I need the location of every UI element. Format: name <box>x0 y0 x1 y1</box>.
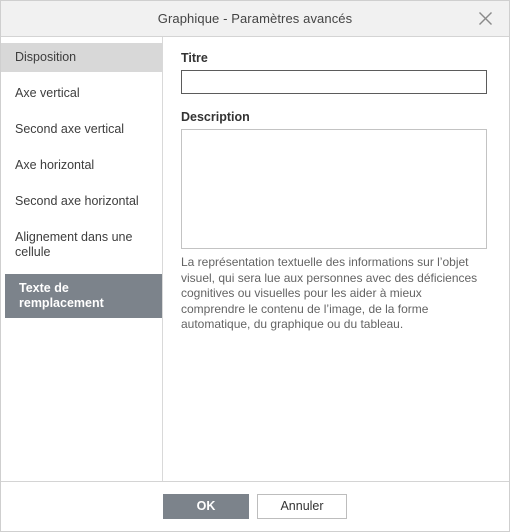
sidebar-item-label: Axe vertical <box>15 86 80 100</box>
cancel-button[interactable]: Annuler <box>257 494 347 519</box>
sidebar-item-axe-vertical[interactable]: Axe vertical <box>1 79 162 108</box>
description-textarea[interactable] <box>181 129 487 249</box>
sidebar-item-disposition[interactable]: Disposition <box>1 43 162 72</box>
sidebar-item-label: Disposition <box>15 50 77 64</box>
ok-button[interactable]: OK <box>163 494 249 519</box>
sidebar-item-second-axe-horizontal[interactable]: Second axe horizontal <box>1 187 162 216</box>
alt-text-panel: Titre Description La représentation text… <box>163 37 509 481</box>
description-field-label: Description <box>181 110 250 124</box>
sidebar-item-label: Alignement dans une cellule <box>15 230 133 259</box>
sidebar-item-alignement-dans-une-cellule[interactable]: Alignement dans une cellule <box>1 223 162 267</box>
advanced-settings-dialog: Graphique - Paramètres avancés Dispositi… <box>0 0 510 532</box>
sidebar-item-label: Second axe horizontal <box>15 194 139 208</box>
settings-sidebar: Disposition Axe vertical Second axe vert… <box>1 37 163 481</box>
dialog-title: Graphique - Paramètres avancés <box>157 11 353 26</box>
dialog-body: Disposition Axe vertical Second axe vert… <box>1 37 509 481</box>
close-icon[interactable] <box>467 1 503 36</box>
sidebar-item-texte-de-remplacement[interactable]: Texte de remplacement <box>5 274 162 318</box>
field-spacer <box>181 94 487 110</box>
sidebar-item-label: Axe horizontal <box>15 158 95 172</box>
sidebar-item-axe-horizontal[interactable]: Axe horizontal <box>1 151 162 180</box>
sidebar-item-label: Second axe vertical <box>15 122 125 136</box>
dialog-footer: OK Annuler <box>1 481 509 531</box>
dialog-titlebar: Graphique - Paramètres avancés <box>1 1 509 37</box>
sidebar-item-label: Texte de remplacement <box>19 281 104 310</box>
sidebar-item-second-axe-vertical[interactable]: Second axe vertical <box>1 115 162 144</box>
title-field-label: Titre <box>181 51 208 65</box>
alt-text-help-text: La représentation textuelle des informat… <box>181 255 478 331</box>
title-input[interactable] <box>181 70 487 94</box>
